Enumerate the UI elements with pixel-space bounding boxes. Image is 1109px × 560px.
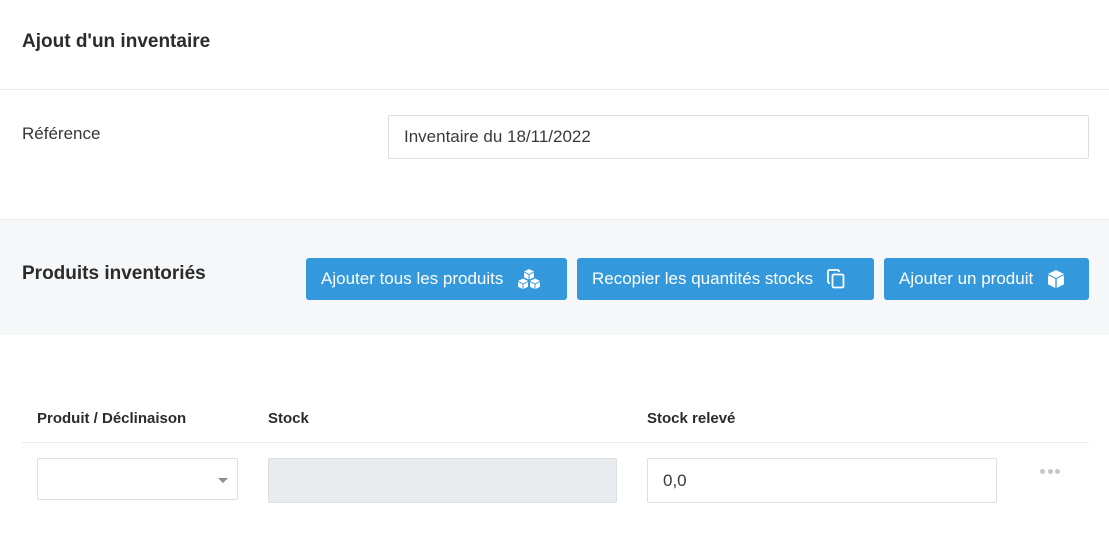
chevron-down-icon	[218, 478, 228, 483]
cubes-icon	[517, 269, 541, 289]
stock-readonly-field	[268, 458, 617, 503]
more-options-icon[interactable]	[1040, 466, 1060, 476]
products-section: Produits inventoriés Ajouter tous les pr…	[0, 219, 1109, 335]
products-title: Produits inventoriés	[22, 263, 206, 284]
reference-label: Référence	[22, 124, 101, 143]
column-header-counted-stock: Stock relevé	[647, 410, 736, 427]
product-select[interactable]	[37, 458, 238, 500]
column-header-product: Produit / Déclinaison	[37, 410, 187, 427]
column-header-stock: Stock	[268, 410, 309, 427]
add-all-products-label: Ajouter tous les produits	[321, 269, 504, 288]
add-all-products-button[interactable]: Ajouter tous les produits	[306, 258, 567, 300]
page-header: Ajout d'un inventaire	[0, 0, 1109, 90]
table-header-divider	[22, 442, 1089, 443]
page-title: Ajout d'un inventaire	[22, 31, 211, 52]
add-product-label: Ajouter un produit	[899, 269, 1034, 288]
copy-icon	[827, 269, 845, 289]
counted-stock-input[interactable]	[647, 458, 997, 503]
cube-icon	[1047, 269, 1065, 289]
reference-input[interactable]	[388, 115, 1089, 159]
copy-stock-quantities-label: Recopier les quantités stocks	[592, 269, 814, 288]
copy-stock-quantities-button[interactable]: Recopier les quantités stocks	[577, 258, 874, 300]
add-product-button[interactable]: Ajouter un produit	[884, 258, 1089, 300]
